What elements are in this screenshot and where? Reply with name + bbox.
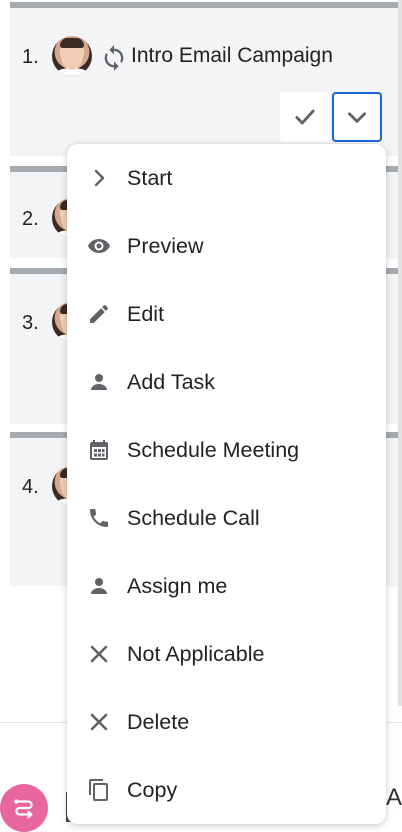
- close-icon: [90, 645, 108, 663]
- menu-item-start[interactable]: Start: [67, 144, 386, 212]
- menu-item-label: Start: [127, 165, 173, 190]
- scroll-edge: [398, 0, 402, 706]
- avatar: [52, 36, 92, 76]
- menu-item-label: Delete: [127, 709, 190, 734]
- menu-item-not-applicable[interactable]: Not Applicable: [67, 620, 386, 688]
- copy-icon: [89, 779, 108, 801]
- workflow-fab-button[interactable]: [0, 784, 48, 832]
- menu-item-label: Preview: [127, 233, 204, 258]
- menu-item-label: Edit: [127, 301, 165, 326]
- sync-icon: [104, 45, 124, 71]
- phone-icon: [90, 509, 108, 527]
- menu-item-label: Copy: [127, 777, 178, 802]
- person-icon: [91, 374, 107, 390]
- menu-item-add-task[interactable]: Add Task: [67, 348, 386, 416]
- task-title[interactable]: Intro Email Campaign: [131, 44, 333, 68]
- menu-item-label: Assign me: [127, 573, 228, 598]
- menu-item-edit[interactable]: Edit: [67, 280, 386, 348]
- actions-menu: Start Preview Edit Add Task Schedule Mee…: [67, 144, 386, 824]
- check-icon: [295, 109, 315, 125]
- menu-item-preview[interactable]: Preview: [67, 212, 386, 280]
- menu-item-schedule-meeting[interactable]: Schedule Meeting: [67, 416, 386, 484]
- pencil-icon: [90, 304, 108, 323]
- calendar-icon: [90, 440, 108, 460]
- menu-item-delete[interactable]: Delete: [67, 688, 386, 756]
- bottom-edge-text: A: [386, 784, 402, 811]
- menu-item-copy[interactable]: Copy: [67, 756, 386, 824]
- close-icon: [90, 713, 108, 731]
- chevron-down-icon: [348, 112, 366, 123]
- chevron-right-icon: [94, 169, 105, 187]
- route-icon: [14, 799, 33, 819]
- menu-item-label: Not Applicable: [127, 641, 265, 666]
- menu-item-label: Add Task: [127, 369, 216, 394]
- task-number: 1.: [22, 46, 39, 68]
- menu-item-assign-me[interactable]: Assign me: [67, 552, 386, 620]
- menu-item-schedule-call[interactable]: Schedule Call: [67, 484, 386, 552]
- person-icon: [91, 578, 107, 594]
- task-number: 2.: [22, 208, 39, 230]
- eye-icon: [88, 239, 110, 253]
- task-card-1[interactable]: 1. Intro Email Campaign: [10, 2, 398, 156]
- task-number: 4.: [22, 476, 39, 498]
- task-number: 3.: [22, 312, 39, 334]
- menu-item-label: Schedule Call: [127, 505, 260, 530]
- menu-item-label: Schedule Meeting: [127, 437, 300, 462]
- actions-dropdown-button[interactable]: [332, 92, 382, 142]
- complete-button[interactable]: [280, 92, 330, 142]
